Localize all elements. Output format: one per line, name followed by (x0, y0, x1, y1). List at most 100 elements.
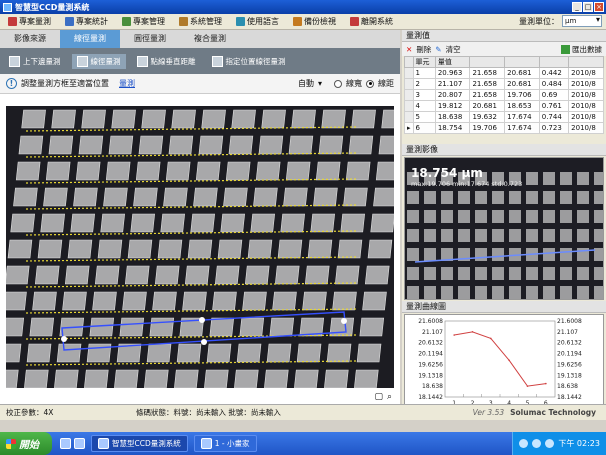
row-header-corner (404, 56, 414, 68)
table-cell: 0.484 (538, 78, 570, 90)
tray-icon-2[interactable] (532, 439, 542, 448)
maximize-button[interactable]: □ (583, 2, 593, 12)
y-tick-label-right: 18.1442 (557, 394, 582, 401)
table-row[interactable]: 4 19.812 20.681 18.653 0.761 2010/8 (404, 100, 604, 112)
menu-item-4[interactable]: 系統管理 (179, 16, 222, 27)
profile-chart-svg: 21.6008 21.6008 21.107 21.107 20.6132 20.6132… (418, 318, 582, 407)
tab-3[interactable]: 圓徑量測 (120, 30, 180, 48)
table-cell: 20.681 (504, 78, 540, 90)
tool-button-3[interactable]: 點線垂直距離 (132, 54, 201, 69)
taskbar-app-paint[interactable]: 1 - 小畫家 (193, 435, 257, 452)
results-title: 量測值 (402, 30, 606, 42)
table-cell: 2010/8 (568, 100, 604, 112)
y-tick-label-left: 18.1442 (418, 394, 443, 401)
table-cell: 20.807 (434, 89, 471, 101)
tab-4[interactable]: 複合量測 (180, 30, 240, 48)
radio-line-width[interactable] (334, 79, 342, 88)
tool-button-1[interactable]: 上下邊量測 (4, 54, 66, 69)
menu-item-label: 專案管理 (133, 17, 165, 26)
col-header-6[interactable] (568, 56, 604, 68)
menu-item-5[interactable]: 使用語言 (236, 16, 279, 27)
col-header-3[interactable] (469, 56, 506, 68)
table-cell: 20.681 (504, 67, 540, 79)
table-cell: 20.963 (434, 67, 471, 79)
start-label: 開始 (19, 440, 39, 451)
menu-item-7[interactable]: 離開系統 (350, 16, 393, 27)
taskbar: 開始 智慧型CCD量測系統 1 - 小畫家 下午 02:23 (0, 432, 606, 455)
calibration-status: 校正參數：4X (6, 408, 54, 417)
ie-icon[interactable] (60, 438, 71, 449)
col-header-1[interactable]: 單元 (412, 56, 436, 68)
tray-icon-3[interactable] (545, 439, 555, 448)
table-cell: 18.638 (434, 111, 471, 123)
preview-title: 量測影像 (402, 144, 606, 156)
y-tick-label-right: 19.6256 (557, 361, 582, 368)
unit-dropdown[interactable]: μm (562, 15, 602, 27)
table-cell: 21.658 (469, 78, 506, 90)
menu-item-label: 專案量測 (19, 17, 51, 26)
menu-item-3[interactable]: 專案管理 (122, 16, 165, 27)
taskbar-app-ccd-label: 智慧型CCD量測系統 (112, 439, 181, 448)
col-header-5[interactable] (538, 56, 570, 68)
table-row[interactable]: 2 21.107 21.658 20.681 0.484 2010/8 (404, 78, 604, 90)
table-cell: 2 (412, 78, 436, 90)
col-header-2[interactable]: 量值 (434, 56, 471, 68)
menu-item-label: 備份檢視 (304, 17, 336, 26)
y-tick-label-right: 20.6132 (557, 340, 582, 347)
table-row[interactable]: 5 18.638 19.632 17.674 0.744 2010/8 (404, 111, 604, 123)
close-button[interactable]: × (594, 2, 604, 12)
table-row[interactable]: 3 20.807 21.658 19.706 0.69 2010/8 (404, 89, 604, 101)
tab-1[interactable]: 影像來源 (0, 30, 60, 48)
tray-icon-1[interactable] (519, 439, 529, 448)
version-label: Ver 3.53 (472, 408, 505, 417)
delete-icon: ✕ (406, 44, 413, 54)
company-label: Solumac Technology (510, 408, 596, 417)
preview-value: 18.754 μm (411, 166, 483, 180)
row-selector[interactable] (404, 67, 414, 79)
table-cell: 19.812 (434, 100, 471, 112)
tool-button-4[interactable]: 指定位置線徑量測 (207, 54, 291, 69)
tool-icon-3 (136, 55, 148, 67)
table-row[interactable]: 1 20.963 21.658 20.681 0.442 2010/8 (404, 67, 604, 79)
y-tick-label-right: 19.1318 (557, 372, 582, 379)
minimize-button[interactable]: _ (572, 2, 582, 12)
start-button[interactable]: 開始 (0, 432, 52, 455)
table-cell: 0.744 (538, 111, 570, 123)
results-toolbar: ✕ 刪除 ✎ 清空 匯出數據 (402, 42, 606, 56)
info-icon: ! (6, 78, 17, 89)
tool-label: 指定位置線徑量測 (225, 56, 286, 66)
clear-button[interactable]: 清空 (446, 44, 461, 55)
results-table[interactable]: 單元 量值 1 20.963 21.658 20.681 0.442 2010/8 2 21.1… (404, 56, 604, 134)
col-header-4[interactable] (504, 56, 540, 68)
row-selector[interactable] (404, 89, 414, 101)
menu-item-1[interactable]: 專案量測 (8, 16, 51, 27)
menu-item-2[interactable]: 專案統計 (65, 16, 108, 27)
table-cell: 21.658 (469, 67, 506, 79)
measure-link[interactable]: 量測 (119, 78, 135, 89)
row-selector[interactable] (404, 100, 414, 112)
zoom-icon[interactable]: ⌕ (387, 392, 392, 402)
y-tick-label-right: 21.107 (557, 329, 578, 336)
fit-screen-icon[interactable]: ▢ (374, 392, 383, 402)
row-selector[interactable] (404, 78, 414, 90)
mesh-image[interactable] (6, 106, 394, 388)
table-cell: 3 (412, 89, 436, 101)
mode-dropdown-icon[interactable]: ▾ (318, 79, 330, 89)
table-row[interactable]: ▸ 6 18.754 19.706 17.674 0.723 2010/8 (404, 122, 604, 134)
table-cell: 19.706 (504, 89, 540, 101)
profile-point (453, 334, 455, 336)
export-button[interactable]: 匯出數據 (572, 44, 602, 55)
image-viewer[interactable]: ▢ ⌕ (0, 94, 400, 404)
radio-line-spacing[interactable] (366, 79, 374, 88)
tab-2[interactable]: 線徑量測 (60, 30, 120, 48)
row-selector[interactable] (404, 111, 414, 123)
menu-item-6[interactable]: 備份檢視 (293, 16, 336, 27)
radio-line-spacing-label: 線距 (378, 79, 394, 88)
desktop-icon[interactable] (74, 438, 85, 449)
table-cell: 4 (412, 100, 436, 112)
tool-button-2[interactable]: 線徑量測 (71, 53, 126, 69)
row-selector[interactable]: ▸ (404, 122, 414, 134)
table-cell: 0.723 (538, 122, 570, 134)
delete-button[interactable]: 刪除 (416, 44, 431, 55)
taskbar-app-ccd[interactable]: 智慧型CCD量測系統 (91, 435, 188, 452)
